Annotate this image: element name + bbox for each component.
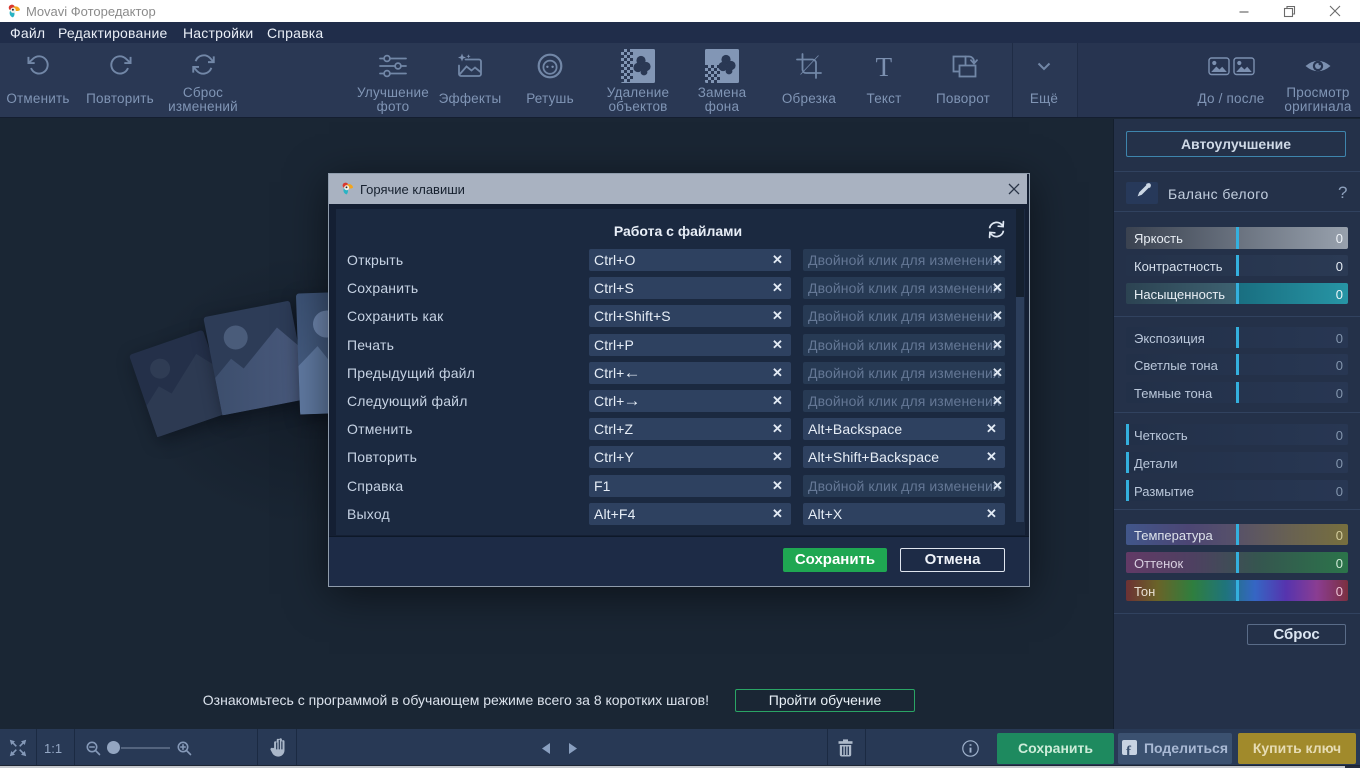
svg-text:T: T xyxy=(876,53,893,79)
